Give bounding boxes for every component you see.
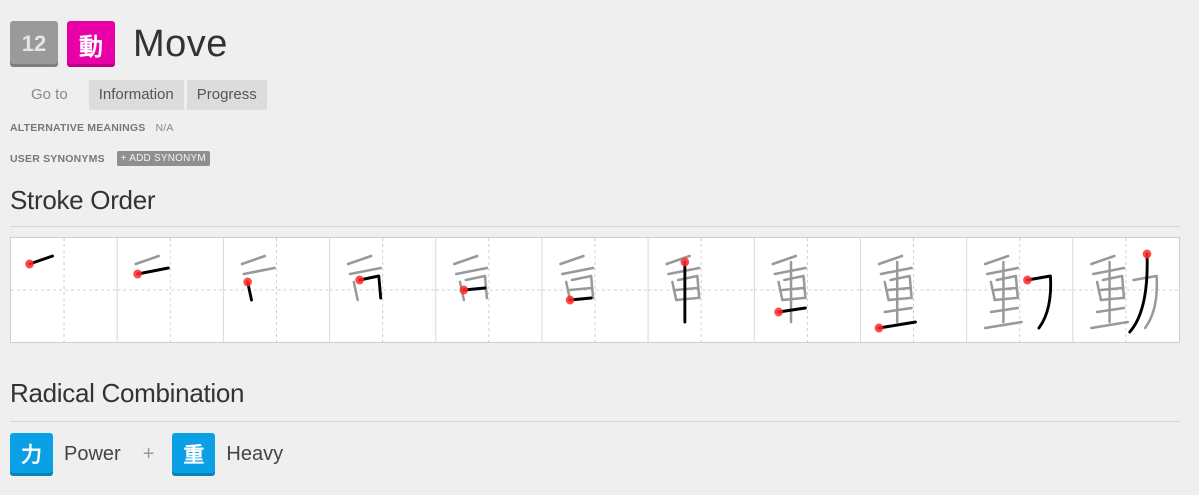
radical-combination-title: Radical Combination	[10, 378, 245, 408]
radical-heavy-name[interactable]: Heavy	[226, 443, 283, 466]
stroke-frame	[11, 238, 118, 342]
stroke-frame	[859, 238, 967, 342]
section-divider	[10, 226, 1180, 227]
kanji-header: 12 動 Move	[10, 20, 228, 68]
stroke-frame	[1072, 238, 1179, 342]
alternative-meanings-row: ALTERNATIVE MEANINGS N/A	[10, 122, 174, 134]
stroke-frame	[647, 238, 755, 342]
alternative-meanings-label: ALTERNATIVE MEANINGS	[10, 122, 146, 134]
level-badge[interactable]: 12	[10, 21, 58, 67]
stroke-frame	[435, 238, 542, 342]
page-title: Move	[133, 22, 228, 65]
tab-information[interactable]: Information	[88, 80, 184, 110]
stroke-order-svg	[11, 238, 1179, 342]
stroke-frame	[753, 238, 861, 342]
stroke-frame	[222, 238, 330, 342]
add-synonym-button[interactable]: + ADD SYNONYM	[116, 151, 210, 166]
stroke-order-title: Stroke Order	[10, 185, 156, 215]
goto-nav: Go to Information Progress	[10, 80, 270, 110]
alternative-meanings-value: N/A	[155, 122, 174, 134]
radical-heavy-badge[interactable]: 重	[172, 432, 216, 476]
stroke-frame	[541, 238, 649, 342]
radical-combination: 力 Power + 重 Heavy	[10, 432, 283, 476]
radical-power-badge[interactable]: 力	[10, 432, 53, 476]
user-synonyms-label: USER SYNONYMS	[10, 152, 105, 165]
section-divider	[10, 421, 1180, 422]
stroke-frame	[116, 238, 224, 342]
stroke-frame	[966, 238, 1073, 342]
kanji-badge: 動	[67, 21, 115, 67]
stroke-order-diagram	[10, 237, 1180, 343]
plus-sign: +	[142, 442, 155, 465]
goto-label: Go to	[31, 86, 68, 103]
tab-progress[interactable]: Progress	[186, 80, 267, 110]
stroke-frame	[329, 238, 436, 342]
radical-power-name[interactable]: Power	[64, 443, 121, 466]
user-synonyms-row: USER SYNONYMS + ADD SYNONYM	[10, 151, 210, 166]
